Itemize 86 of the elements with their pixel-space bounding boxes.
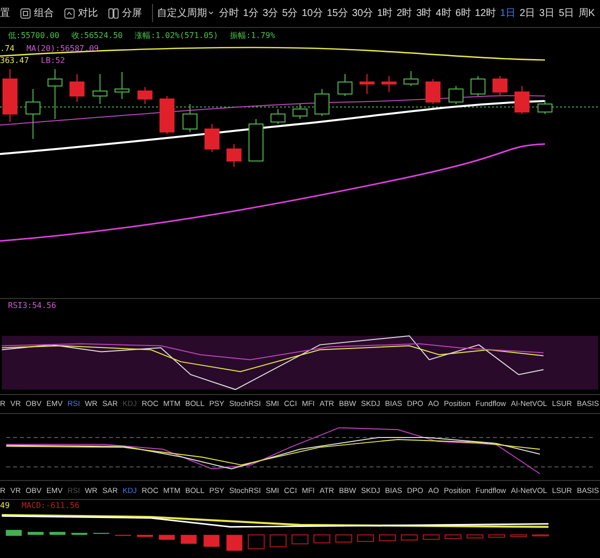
candle bbox=[470, 75, 486, 96]
period-tab[interactable]: 1日 bbox=[498, 6, 518, 21]
candle bbox=[448, 85, 464, 104]
macd-bar bbox=[137, 535, 153, 538]
macd-bar bbox=[466, 534, 484, 539]
macd-value: MACD:-611.56 bbox=[22, 500, 80, 512]
macd-bar bbox=[379, 534, 396, 542]
candle bbox=[138, 86, 152, 104]
candle bbox=[26, 88, 40, 140]
candle bbox=[226, 143, 242, 168]
macd-bar bbox=[71, 533, 88, 536]
toolbar-button[interactable]: 组合 bbox=[20, 6, 64, 21]
macd-bar bbox=[422, 534, 440, 540]
period-tab[interactable]: 6时 bbox=[453, 6, 473, 21]
indicator-value: .74 bbox=[0, 42, 14, 55]
macd-bar bbox=[532, 534, 549, 537]
macd-bar bbox=[335, 534, 352, 543]
indicator-value: MA(20):56587.09 bbox=[26, 42, 99, 55]
candle bbox=[182, 103, 198, 132]
candle bbox=[248, 118, 264, 162]
macd-bar bbox=[270, 534, 287, 548]
period-tab[interactable]: 4时 bbox=[434, 6, 454, 21]
period-tab[interactable]: 3日 bbox=[537, 6, 557, 21]
candle bbox=[270, 108, 286, 124]
candle bbox=[382, 75, 396, 92]
candle bbox=[360, 73, 374, 94]
toolbar-button[interactable]: 对比 bbox=[64, 6, 108, 21]
macd-bar bbox=[313, 534, 330, 544]
macd-bar bbox=[50, 532, 66, 536]
macd-bar bbox=[510, 534, 528, 538]
quote-value: 低:55700.00 bbox=[8, 30, 60, 42]
macd-bar bbox=[488, 534, 506, 538]
macd-bar bbox=[204, 535, 220, 548]
period-tab[interactable]: 12时 bbox=[472, 6, 498, 21]
period-tab[interactable]: 2日 bbox=[518, 6, 538, 21]
period-tab[interactable]: 周K bbox=[576, 6, 597, 21]
macd-bar bbox=[400, 534, 418, 541]
indicator-value: 363.47 bbox=[0, 54, 29, 67]
period-tab[interactable]: 15分 bbox=[324, 6, 350, 21]
period-tab[interactable]: 5分 bbox=[280, 6, 300, 21]
macd-bar bbox=[226, 535, 242, 552]
candle bbox=[2, 68, 18, 122]
quote-value: 振幅:1.79% bbox=[230, 30, 276, 42]
macd-bar bbox=[444, 534, 462, 540]
candle bbox=[404, 70, 418, 86]
candle bbox=[538, 99, 552, 114]
chart-square-icon bbox=[64, 8, 75, 19]
period-tab[interactable]: 30分 bbox=[350, 6, 376, 21]
macd-bar bbox=[248, 534, 265, 550]
period-tab[interactable]: 3时 bbox=[414, 6, 434, 21]
candle bbox=[48, 68, 62, 120]
period-tab[interactable]: 3分 bbox=[260, 6, 280, 21]
macd-bar bbox=[6, 530, 22, 536]
candle bbox=[114, 71, 130, 100]
candle bbox=[160, 95, 174, 134]
candle bbox=[514, 85, 530, 114]
candle bbox=[70, 73, 84, 102]
period-tab[interactable]: 1时 bbox=[375, 6, 395, 21]
period-tab[interactable]: 分时 bbox=[217, 6, 241, 21]
macd-bar bbox=[357, 534, 374, 542]
rsi-value: RSI3:54.56 bbox=[8, 300, 56, 312]
period-tab[interactable]: 2时 bbox=[394, 6, 414, 21]
toolbar-button[interactable]: 分屏 bbox=[108, 6, 152, 21]
candle bbox=[426, 78, 440, 104]
period-tab[interactable]: 1分 bbox=[241, 6, 261, 21]
toolbar-button[interactable]: 置 bbox=[0, 6, 20, 21]
macd-value: 49 bbox=[0, 500, 10, 512]
split-screen-icon bbox=[108, 8, 119, 19]
macd-bar bbox=[158, 535, 175, 540]
quote-value: 涨幅:1.02%(571.05) bbox=[134, 30, 218, 42]
caret-icon bbox=[208, 11, 214, 16]
candle bbox=[92, 73, 108, 104]
period-dropdown[interactable]: 自定义周期 bbox=[157, 6, 217, 21]
quote-value: 收:56524.50 bbox=[71, 30, 123, 42]
candle bbox=[338, 73, 352, 96]
candle bbox=[492, 75, 508, 96]
period-tab[interactable]: 10分 bbox=[300, 6, 325, 21]
candle bbox=[314, 88, 330, 116]
macd-bar bbox=[292, 534, 308, 545]
indicator-value: LB:52 bbox=[40, 54, 65, 67]
candle bbox=[292, 103, 308, 120]
period-tab[interactable]: 5日 bbox=[556, 6, 576, 21]
candle bbox=[204, 123, 220, 152]
macd-bar bbox=[180, 535, 197, 544]
macd-bar bbox=[28, 532, 44, 536]
square-icon bbox=[20, 8, 31, 19]
